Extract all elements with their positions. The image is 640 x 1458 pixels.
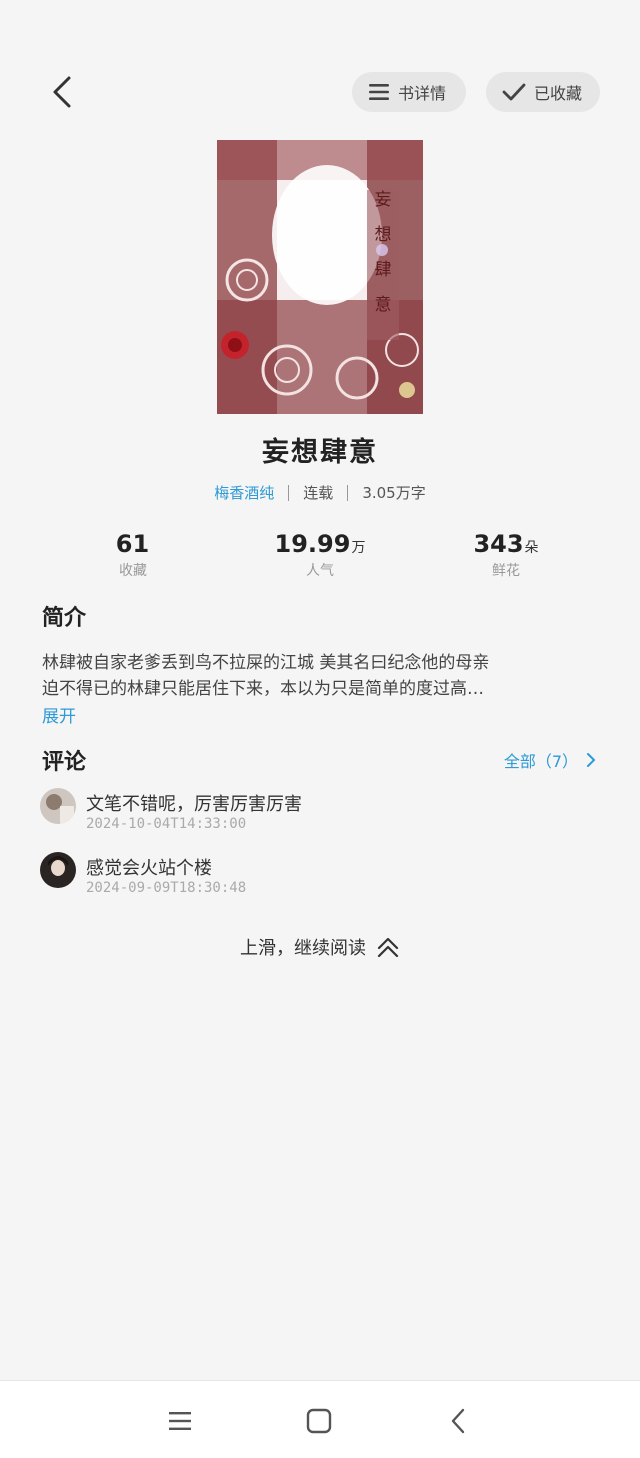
comment-text: 感觉会火站个楼 (86, 858, 212, 879)
nav-menu-button[interactable] (160, 1403, 200, 1439)
avatar[interactable] (40, 788, 76, 824)
comment-time: 2024-10-04T14:33:00 (86, 816, 247, 832)
chevron-right-icon (587, 753, 595, 767)
top-bar: 书详情 已收藏 (0, 66, 640, 118)
comment-text: 文笔不错呢，厉害厉害厉害 (86, 794, 302, 815)
comments-heading: 评论 (42, 750, 87, 775)
all-comments-label: 全部（7） (503, 752, 578, 771)
double-chevron-up-icon (377, 937, 399, 958)
book-detail-button[interactable]: 书详情 (352, 72, 466, 112)
menu-icon (169, 1412, 191, 1430)
avatar[interactable] (40, 852, 76, 888)
nav-back-button[interactable] (438, 1403, 478, 1439)
svg-text:意: 意 (375, 295, 392, 315)
stat-unit: 朵 (524, 540, 539, 556)
word-count: 3.05万字 (362, 484, 426, 502)
swipe-hint-label: 上滑，继续阅读 (240, 938, 366, 959)
expand-button[interactable]: 展开 (42, 702, 76, 727)
stat-label: 人气 (306, 563, 334, 579)
system-nav-bar (0, 1380, 640, 1458)
svg-text:想: 想 (375, 225, 392, 245)
stat-value: 19.99 (274, 530, 351, 558)
favorited-label: 已收藏 (534, 84, 583, 103)
meta-divider (347, 484, 349, 501)
swipe-up-hint[interactable]: 上滑，继续阅读 (0, 934, 640, 960)
home-square-icon (306, 1408, 332, 1434)
check-icon (502, 83, 526, 101)
stat-value: 343 (473, 530, 524, 558)
intro-line: 林肆被自家老爹丢到鸟不拉屎的江城 美其名曰纪念他的母亲 (42, 653, 490, 673)
intro-heading: 简介 (42, 606, 87, 631)
stat-unit: 万 (351, 540, 366, 556)
stat-favorites: 61 收藏 (53, 530, 213, 580)
all-comments-link[interactable]: 全部（7） (504, 748, 596, 772)
comment-item[interactable]: 文笔不错呢，厉害厉害厉害 2024-10-04T14:33:00 (40, 788, 600, 840)
intro-text: 林肆被自家老爹丢到鸟不拉屎的江城 美其名曰纪念他的母亲 迫不得已的林肆只能居住下… (42, 650, 602, 702)
chevron-left-icon (53, 76, 71, 108)
stat-popularity: 19.99万 人气 (240, 530, 400, 580)
stat-flowers: 343朵 鲜花 (426, 530, 586, 580)
stat-value: 61 (115, 530, 150, 558)
cover-artwork: 妄 想 肆 意 (217, 140, 423, 414)
stat-label: 收藏 (119, 563, 147, 579)
book-title: 妄想肆意 (262, 437, 378, 468)
stats-row: 61 收藏 19.99万 人气 343朵 鲜花 (0, 530, 640, 590)
book-meta: 梅香酒纯 连载 3.05万字 (0, 482, 640, 503)
comment-time: 2024-09-09T18:30:48 (86, 880, 247, 896)
author-link[interactable]: 梅香酒纯 (214, 482, 274, 503)
back-button[interactable] (44, 72, 80, 112)
nav-home-button[interactable] (299, 1403, 339, 1439)
meta-divider (288, 484, 290, 501)
book-detail-label: 书详情 (398, 84, 447, 103)
svg-text:妄: 妄 (375, 190, 392, 210)
stat-label: 鲜花 (492, 563, 520, 579)
chevron-left-icon (451, 1408, 465, 1434)
intro-line: 迫不得已的林肆只能居住下来，本以为只是简单的度过高… (42, 679, 484, 699)
menu-icon (369, 84, 389, 100)
favorited-button[interactable]: 已收藏 (486, 72, 600, 112)
book-status: 连载 (303, 484, 334, 502)
comment-item[interactable]: 感觉会火站个楼 2024-09-09T18:30:48 (40, 852, 600, 904)
svg-text:肆: 肆 (375, 260, 392, 280)
book-cover[interactable]: 妄 想 肆 意 (217, 140, 423, 414)
